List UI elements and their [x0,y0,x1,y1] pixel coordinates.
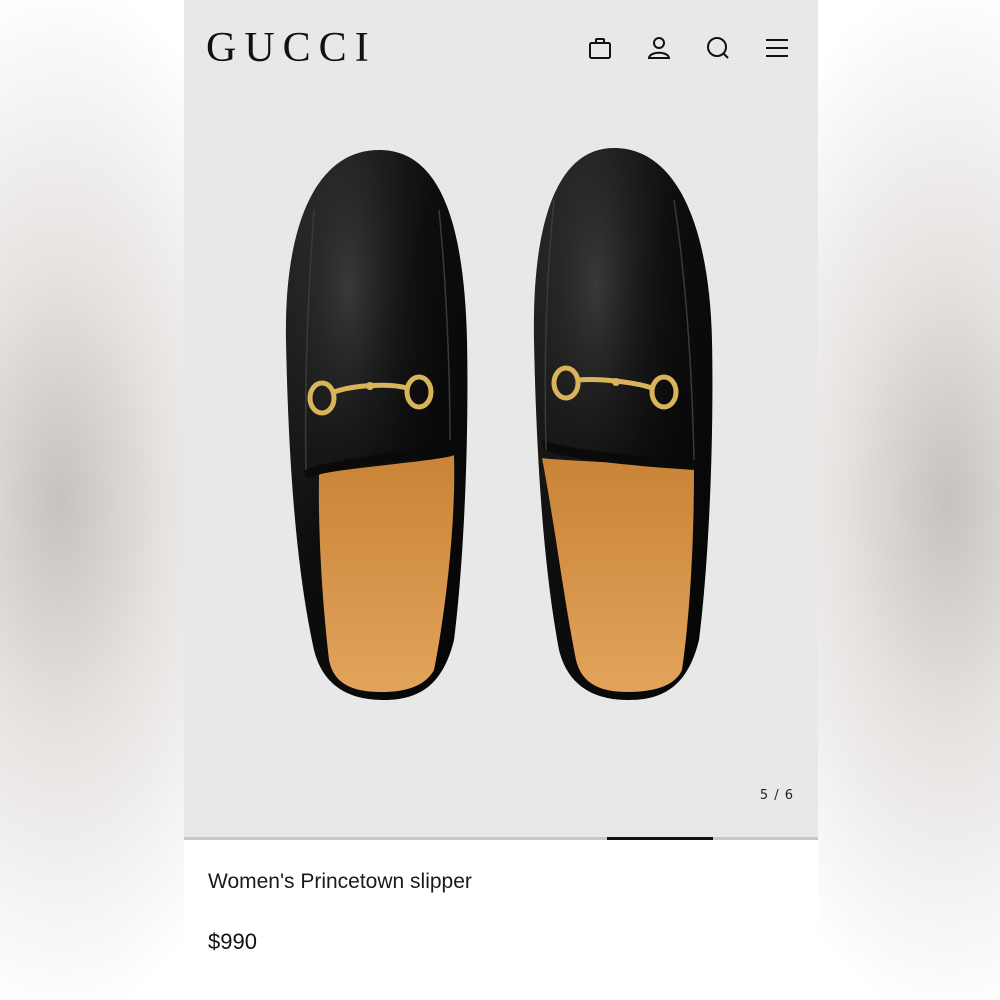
brand-logo[interactable]: GUCCI [206,22,377,74]
backdrop-right [818,0,1000,1000]
account-icon[interactable] [645,34,673,62]
product-info: Women's Princetown slipper $990 [184,840,818,1000]
right-slipper [533,148,713,700]
site-header: GUCCI [184,0,818,96]
mobile-product-page: GUCCI 5 / 6 Women's Princetown slipper $… [184,0,818,1000]
search-icon[interactable] [704,34,732,62]
product-name: Women's Princetown slipper [208,870,472,893]
left-slipper [285,150,468,700]
product-image [274,140,724,710]
menu-icon[interactable] [763,34,791,62]
gallery-counter: 5 / 6 [759,788,794,803]
product-image-gallery[interactable]: GUCCI 5 / 6 [184,0,818,838]
shopping-bag-icon[interactable] [586,34,614,62]
backdrop-left [0,0,184,1000]
product-price: $990 [208,929,257,954]
